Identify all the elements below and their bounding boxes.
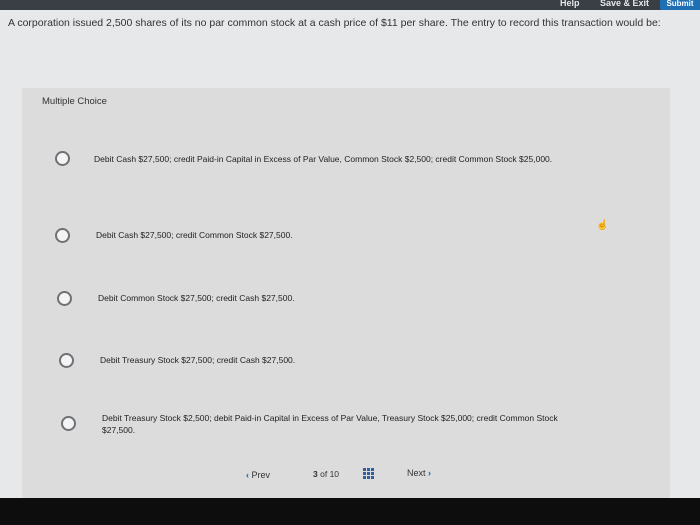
- radio-button[interactable]: [57, 291, 72, 306]
- bottom-bar: [0, 498, 700, 525]
- chevron-left-icon: ‹: [246, 470, 249, 480]
- answer-option-2[interactable]: Debit Cash $27,500; credit Common Stock …: [22, 224, 662, 264]
- answer-panel: Multiple Choice Debit Cash $27,500; cred…: [22, 88, 670, 498]
- submit-button[interactable]: Submit: [660, 0, 700, 10]
- page-indicator: 3 of 10: [313, 469, 339, 479]
- answer-option-text: Debit Common Stock $27,500; credit Cash …: [98, 293, 295, 303]
- answer-option-3[interactable]: Debit Common Stock $27,500; credit Cash …: [22, 288, 662, 328]
- total-pages: 10: [329, 469, 340, 479]
- grid-icon[interactable]: [363, 468, 374, 479]
- top-bar: Help Save & Exit Submit: [0, 0, 700, 10]
- answer-option-text: Debit Treasury Stock $27,500; credit Cas…: [100, 355, 296, 365]
- answer-option-1[interactable]: Debit Cash $27,500; credit Paid-in Capit…: [22, 148, 662, 188]
- next-button[interactable]: Next ›: [407, 468, 431, 478]
- next-label: Next: [407, 468, 426, 478]
- save-exit-link[interactable]: Save & Exit: [600, 0, 649, 8]
- multiple-choice-label: Multiple Choice: [42, 96, 107, 107]
- answer-option-text: Debit Treasury Stock $2,500; debit Paid-…: [102, 413, 558, 435]
- radio-button[interactable]: [55, 151, 70, 166]
- radio-button[interactable]: [55, 228, 70, 243]
- chevron-right-icon: ›: [428, 468, 432, 478]
- prev-label: Prev: [251, 470, 271, 480]
- hand-cursor-icon: ☝: [596, 220, 609, 231]
- of-label: of: [320, 469, 328, 479]
- question-text: A corporation issued 2,500 shares of its…: [8, 17, 661, 29]
- answer-option-text: Debit Cash $27,500; credit Common Stock …: [96, 230, 293, 240]
- answer-option-4[interactable]: Debit Treasury Stock $27,500; credit Cas…: [22, 350, 662, 390]
- answer-option-text: Debit Cash $27,500; credit Paid-in Capit…: [94, 154, 553, 164]
- answer-option-5[interactable]: Debit Treasury Stock $2,500; debit Paid-…: [22, 410, 662, 450]
- help-link[interactable]: Help: [560, 0, 580, 8]
- prev-button[interactable]: ‹ Prev: [246, 470, 270, 480]
- radio-button[interactable]: [61, 416, 76, 431]
- radio-button[interactable]: [59, 353, 74, 368]
- current-page: 3: [313, 469, 318, 479]
- question-navigation: ‹ Prev 3 of 10 Next ›: [0, 466, 700, 488]
